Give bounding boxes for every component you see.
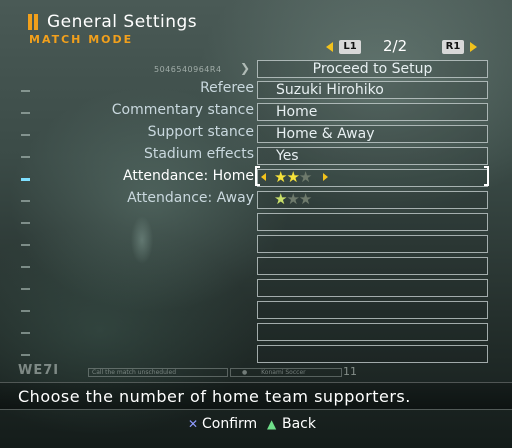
star-filled-icon: ★ <box>274 190 287 208</box>
row-tick <box>21 134 30 136</box>
row-tick <box>21 288 30 290</box>
empty-row <box>257 345 488 363</box>
background: General Settings MATCH MODE L1 2/2 R1 50… <box>0 0 512 448</box>
page-indicator: 2/2 <box>383 37 408 55</box>
decrease-arrow-icon[interactable] <box>261 173 266 181</box>
row-tick <box>21 310 30 312</box>
help-bar: Choose the number of home team supporter… <box>0 382 512 410</box>
attendance-away-label: Attendance: Away <box>127 190 254 206</box>
attendance-home-stars: ★★★ <box>274 168 312 186</box>
attendance-away-stars: ★★★ <box>274 190 312 208</box>
proceed-to-setup-button[interactable]: Proceed to Setup <box>257 60 488 78</box>
row-tick <box>21 354 30 356</box>
status-dot-icon: ● <box>242 369 248 376</box>
row-tick <box>21 222 30 224</box>
status-strip: WE7I Call the match unscheduled ● Konami… <box>16 363 496 380</box>
row-tick <box>21 156 30 158</box>
empty-row <box>257 323 488 341</box>
row-tick <box>21 200 30 202</box>
referee-option[interactable]: Suzuki Hirohiko <box>257 81 488 99</box>
back-button[interactable]: Back <box>282 416 316 432</box>
row-tick <box>21 266 30 268</box>
increase-arrow-icon[interactable] <box>323 173 328 181</box>
referee-label: Referee <box>200 80 254 96</box>
page-right-arrow-icon[interactable] <box>470 42 477 52</box>
commentary-stance-value: Home <box>276 104 318 120</box>
empty-row <box>257 235 488 253</box>
stadium-effects-label: Stadium effects <box>143 146 254 162</box>
status-segment: Call the match unscheduled <box>88 368 228 377</box>
r1-button[interactable]: R1 <box>442 40 464 54</box>
status-segment-2: ● Konami Soccer <box>230 368 342 377</box>
row-tick-active <box>21 178 30 181</box>
game-logo: WE7I <box>18 363 60 378</box>
help-text: Choose the number of home team supporter… <box>18 387 411 406</box>
page-subtitle: MATCH MODE <box>29 33 134 46</box>
star-empty-icon: ★ <box>286 190 299 208</box>
star-filled-icon: ★ <box>286 168 299 186</box>
selection-bracket-left <box>255 166 260 186</box>
empty-row <box>257 301 488 319</box>
page-left-arrow-icon[interactable] <box>326 42 333 52</box>
page-title: General Settings <box>47 12 198 32</box>
empty-row <box>257 279 488 297</box>
star-empty-icon: ★ <box>298 190 312 208</box>
cross-button-icon: ✕ <box>188 417 199 431</box>
commentary-stance-label: Commentary stance <box>111 102 254 118</box>
star-empty-icon: ★ <box>298 168 312 186</box>
row-tick <box>21 332 30 334</box>
row-tick <box>21 244 30 246</box>
empty-row <box>257 257 488 275</box>
proceed-label: Proceed to Setup <box>312 61 433 77</box>
stadium-effects-value: Yes <box>276 148 299 164</box>
row-tick <box>21 112 30 114</box>
status-segment-2-text: Konami Soccer <box>261 369 306 376</box>
support-stance-value: Home & Away <box>276 126 375 142</box>
confirm-button[interactable]: Confirm <box>202 416 257 432</box>
title-bars-icon <box>28 14 38 30</box>
empty-row <box>257 213 488 231</box>
l1-button[interactable]: L1 <box>339 40 361 54</box>
background-player-silhouette <box>122 205 162 275</box>
selection-bracket-right <box>484 166 489 186</box>
commentary-stance-option[interactable]: Home <box>257 103 488 121</box>
support-stance-option[interactable]: Home & Away <box>257 125 488 143</box>
referee-value: Suzuki Hirohiko <box>276 82 384 98</box>
status-number: 11 <box>343 365 357 378</box>
triangle-button-icon: ▲ <box>267 417 277 431</box>
star-filled-icon: ★ <box>274 168 287 186</box>
stadium-effects-option[interactable]: Yes <box>257 147 488 165</box>
row-tick <box>21 90 30 92</box>
chevron-right-icon: ❯ <box>240 61 251 75</box>
setting-code: 5046540964R4 <box>154 65 222 74</box>
attendance-home-label: Attendance: Home <box>123 168 254 184</box>
support-stance-label: Support stance <box>147 124 254 140</box>
